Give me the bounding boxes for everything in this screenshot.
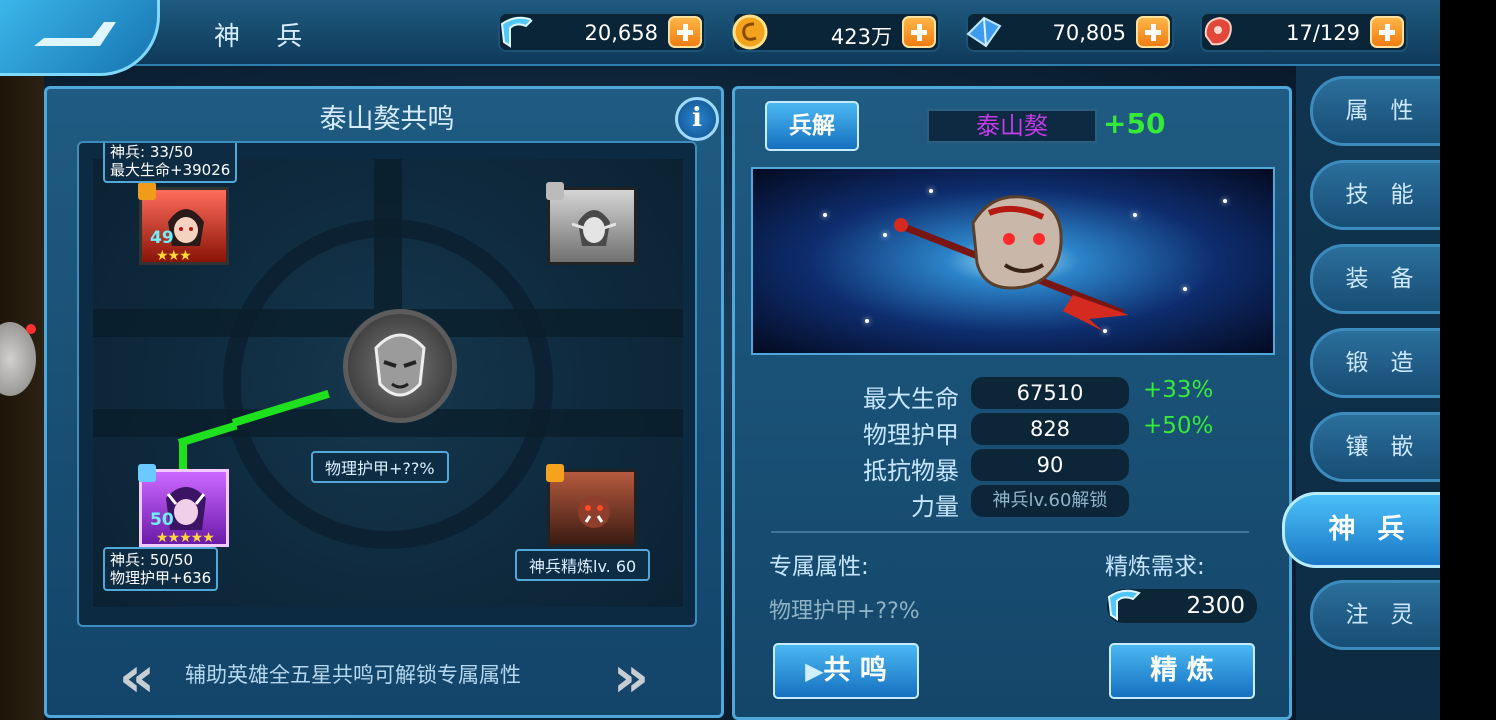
refine-button[interactable]: 精 炼 — [1109, 643, 1255, 699]
resource-value: 17/129 — [1286, 21, 1360, 45]
game-screen: 神 兵 20,658 423万 70,805 17/129 泰山獒共鸣 i 物理… — [0, 0, 1440, 720]
stat-label-phys-armor: 物理护甲 — [863, 421, 959, 449]
resource-value: 423万 — [830, 25, 892, 49]
stat-bonus-max-hp: +33% — [1143, 377, 1214, 403]
resource-stamina: 17/129 — [1200, 12, 1408, 52]
resonance-panel: 泰山獒共鸣 i 物理护甲+??% 49 ★★★ 50 ★★★★★ 神兵: 33/… — [44, 86, 724, 718]
class-badge-icon — [546, 464, 564, 482]
elf-portrait-icon — [572, 210, 616, 246]
notification-dot — [26, 324, 36, 334]
orc-portrait-icon — [578, 496, 610, 528]
tab-skills[interactable]: 技能 — [1310, 160, 1440, 230]
weapon-name: 泰山獒 — [927, 109, 1097, 143]
stat-value-phys-armor: 828 — [971, 413, 1129, 445]
stat-label-strength: 力量 — [911, 493, 959, 521]
meat-stamina-icon — [1204, 16, 1232, 46]
tag-line: 物理护甲+636 — [110, 569, 212, 587]
tag-line: 神兵: 33/50 — [110, 143, 194, 161]
blue-crystal-icon — [500, 16, 534, 48]
sparkle — [823, 213, 827, 217]
weapon-detail-panel: 兵解 泰山獒 +50 最大生命 67510 +33% 物理护甲 828 +50%… — [732, 86, 1292, 720]
info-button[interactable]: i — [675, 97, 719, 141]
sparkle — [865, 319, 869, 323]
screen-edge — [1440, 0, 1496, 720]
tab-inlay[interactable]: 镶嵌 — [1310, 412, 1440, 482]
resource-value: 70,805 — [1052, 21, 1126, 45]
resource-gold: 423万 — [732, 12, 940, 52]
play-arrow-icon: ▶ — [805, 657, 824, 685]
exclusive-heading: 专属属性: — [769, 554, 869, 580]
bottom-left-hero-tag: 神兵: 50/50 物理护甲+636 — [103, 547, 219, 591]
weapon-artwork — [751, 167, 1275, 355]
next-arrow-button[interactable]: » — [611, 650, 651, 706]
center-bonus-label: 物理护甲+??% — [311, 451, 449, 483]
hero-slot-top-right[interactable] — [546, 182, 637, 265]
resonate-label: 共 鸣 — [823, 655, 887, 686]
stat-label-crit-resist: 抵抗物暴 — [863, 457, 959, 485]
mask-icon — [374, 333, 426, 397]
sparkle — [1183, 287, 1187, 291]
hero-stars: ★★★★★ — [156, 530, 215, 546]
hero-slot-bottom-right[interactable] — [546, 464, 637, 547]
exclusive-value: 物理护甲+??% — [769, 599, 920, 624]
refine-cost-value: 2300 — [1186, 593, 1245, 619]
hero-level: 49 — [150, 228, 174, 248]
mastiff-spear-icon — [894, 195, 1129, 331]
disassemble-button[interactable]: 兵解 — [765, 101, 859, 151]
top-left-hero-tag: 神兵: 33/50 最大生命+39026 — [103, 143, 238, 183]
back-button[interactable] — [0, 0, 160, 76]
stat-label-max-hp: 最大生命 — [863, 385, 959, 413]
tag-line: 神兵: 50/50 — [110, 551, 194, 569]
stat-value-crit-resist: 90 — [971, 449, 1129, 481]
page-title: 神 兵 — [214, 22, 317, 52]
gold-coin-icon — [732, 14, 768, 50]
sparkle — [1223, 199, 1227, 203]
resonance-board: 物理护甲+??% 49 ★★★ 50 ★★★★★ 神兵: 33/50 最大生命+… — [77, 141, 697, 627]
resonate-button[interactable]: ▶共 鸣 — [773, 643, 919, 699]
back-arrow-icon — [34, 22, 116, 46]
resource-value: 20,658 — [584, 21, 658, 45]
hero-level: 50 — [150, 510, 174, 530]
bottom-right-hero-label: 神兵精炼lv. 60 — [515, 549, 651, 581]
resonance-title: 泰山獒共鸣 — [319, 104, 455, 135]
class-badge-icon — [546, 182, 564, 200]
tab-spirit-infusion[interactable]: 注灵 — [1310, 580, 1440, 650]
stat-value-strength: 神兵lv.60解锁 — [971, 485, 1129, 517]
sparkle — [883, 233, 887, 237]
tab-forge[interactable]: 锻造 — [1310, 328, 1440, 398]
hero-slot-bottom-left[interactable]: 50 ★★★★★ — [138, 464, 229, 547]
tab-divine-weapon[interactable]: 神兵 — [1282, 492, 1440, 568]
board-beam — [374, 159, 402, 309]
weapon-spirit-medal — [343, 309, 457, 423]
class-badge-icon — [138, 182, 156, 200]
sparkle — [1133, 213, 1137, 217]
add-crystal-button[interactable] — [668, 16, 702, 48]
stat-bonus-phys-armor: +50% — [1143, 413, 1214, 439]
resonance-hint: 辅助英雄全五星共鸣可解锁专属属性 — [185, 663, 521, 687]
prev-arrow-button[interactable]: « — [117, 650, 157, 706]
diamond-icon — [966, 16, 1002, 48]
tab-attributes[interactable]: 属性 — [1310, 76, 1440, 146]
hero-slot-top-left[interactable]: 49 ★★★ — [138, 182, 229, 265]
refine-heading: 精炼需求: — [1105, 554, 1205, 580]
add-stamina-button[interactable] — [1370, 16, 1404, 48]
top-bar: 神 兵 20,658 423万 70,805 17/129 — [0, 0, 1440, 76]
tab-equipment[interactable]: 装备 — [1310, 244, 1440, 314]
add-gold-button[interactable] — [902, 16, 936, 48]
stat-value-max-hp: 67510 — [971, 377, 1129, 409]
resource-crystal: 20,658 — [498, 12, 706, 52]
resource-diamond: 70,805 — [966, 12, 1174, 52]
tag-line: 最大生命+39026 — [110, 161, 231, 179]
refine-cost: 2300 — [1107, 589, 1257, 623]
blue-crystal-icon — [1107, 589, 1141, 621]
add-diamond-button[interactable] — [1136, 16, 1170, 48]
divider — [771, 531, 1249, 533]
hero-stars: ★★★ — [156, 248, 192, 264]
side-tabs: 属性 技能 装备 锻造 镶嵌 神兵 注灵 — [1282, 66, 1440, 720]
weapon-plus-level: +50 — [1103, 107, 1166, 140]
class-badge-icon — [138, 464, 156, 482]
